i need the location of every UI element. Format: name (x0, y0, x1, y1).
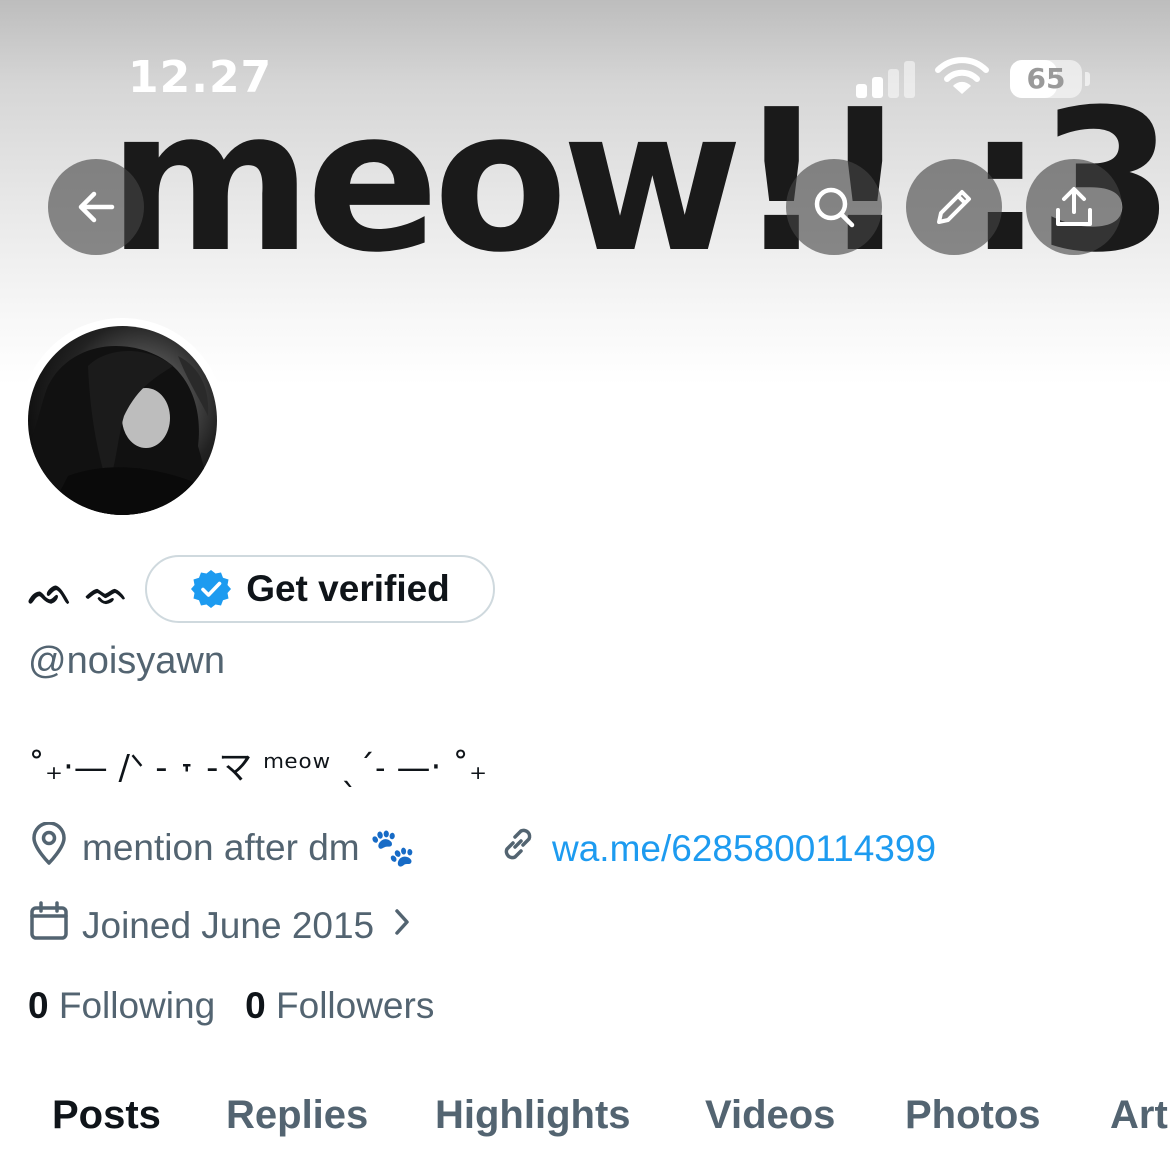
edit-profile-button[interactable] (906, 159, 1002, 255)
location-text: mention after dm 🐾 (82, 827, 416, 868)
link-icon (496, 822, 540, 875)
display-name: ᨒ ᨎ (28, 572, 129, 613)
tab-posts[interactable]: Posts (52, 1093, 161, 1138)
profile-handle: @noisyawn (28, 640, 225, 682)
followers-link[interactable]: 0 Followers (245, 985, 434, 1026)
battery-icon: 65 (1010, 60, 1082, 98)
back-button[interactable] (48, 159, 144, 255)
battery-cap (1085, 72, 1090, 86)
get-verified-label: Get verified (246, 568, 450, 609)
verified-badge-icon (191, 570, 232, 608)
get-verified-button[interactable]: Get verified (145, 555, 495, 623)
share-icon (1056, 187, 1092, 226)
pencil-icon (937, 190, 971, 224)
status-time: 12.27 (128, 52, 273, 103)
calendar-icon (28, 900, 70, 951)
battery-percent: 65 (1026, 62, 1066, 95)
follow-counts: 0 Following 0 Followers (28, 985, 434, 1027)
website-link[interactable]: wa.me/6285800114399 (552, 828, 936, 870)
cellular-signal-icon (856, 58, 916, 98)
chevron-right-icon (392, 905, 412, 947)
profile-bio: ˚₊‧— /ᐠ - ˕ -マ ᵐᵉᵒʷ ˎˊ˗ —‧ ˚₊ (28, 748, 488, 788)
profile-tabs: Posts Replies Highlights Videos Photos A… (0, 1093, 1170, 1153)
following-count: 0 (28, 985, 49, 1026)
following-link[interactable]: 0 Following (28, 985, 215, 1026)
wifi-icon (934, 54, 990, 103)
arrow-left-icon (78, 191, 115, 223)
followers-label: Followers (276, 985, 435, 1026)
tab-replies[interactable]: Replies (226, 1093, 368, 1138)
location-row: mention after dm 🐾 (28, 821, 416, 875)
share-button[interactable] (1026, 159, 1122, 255)
website-row[interactable]: wa.me/6285800114399 (496, 822, 936, 875)
joined-text: Joined June 2015 (82, 904, 375, 946)
joined-row[interactable]: Joined June 2015 (28, 900, 412, 951)
tab-photos[interactable]: Photos (905, 1093, 1041, 1138)
search-button[interactable] (786, 159, 882, 255)
following-label: Following (58, 985, 216, 1026)
followers-count: 0 (245, 985, 266, 1026)
tab-videos[interactable]: Videos (705, 1093, 835, 1138)
avatar-photo (28, 346, 217, 515)
tab-highlights[interactable]: Highlights (435, 1093, 631, 1138)
avatar[interactable] (28, 326, 217, 515)
tab-articles[interactable]: Art (1110, 1093, 1168, 1138)
profile-banner[interactable]: meow!! :3 12.27 65 (0, 0, 1170, 385)
location-pin-icon (28, 821, 70, 875)
search-icon (814, 187, 855, 228)
